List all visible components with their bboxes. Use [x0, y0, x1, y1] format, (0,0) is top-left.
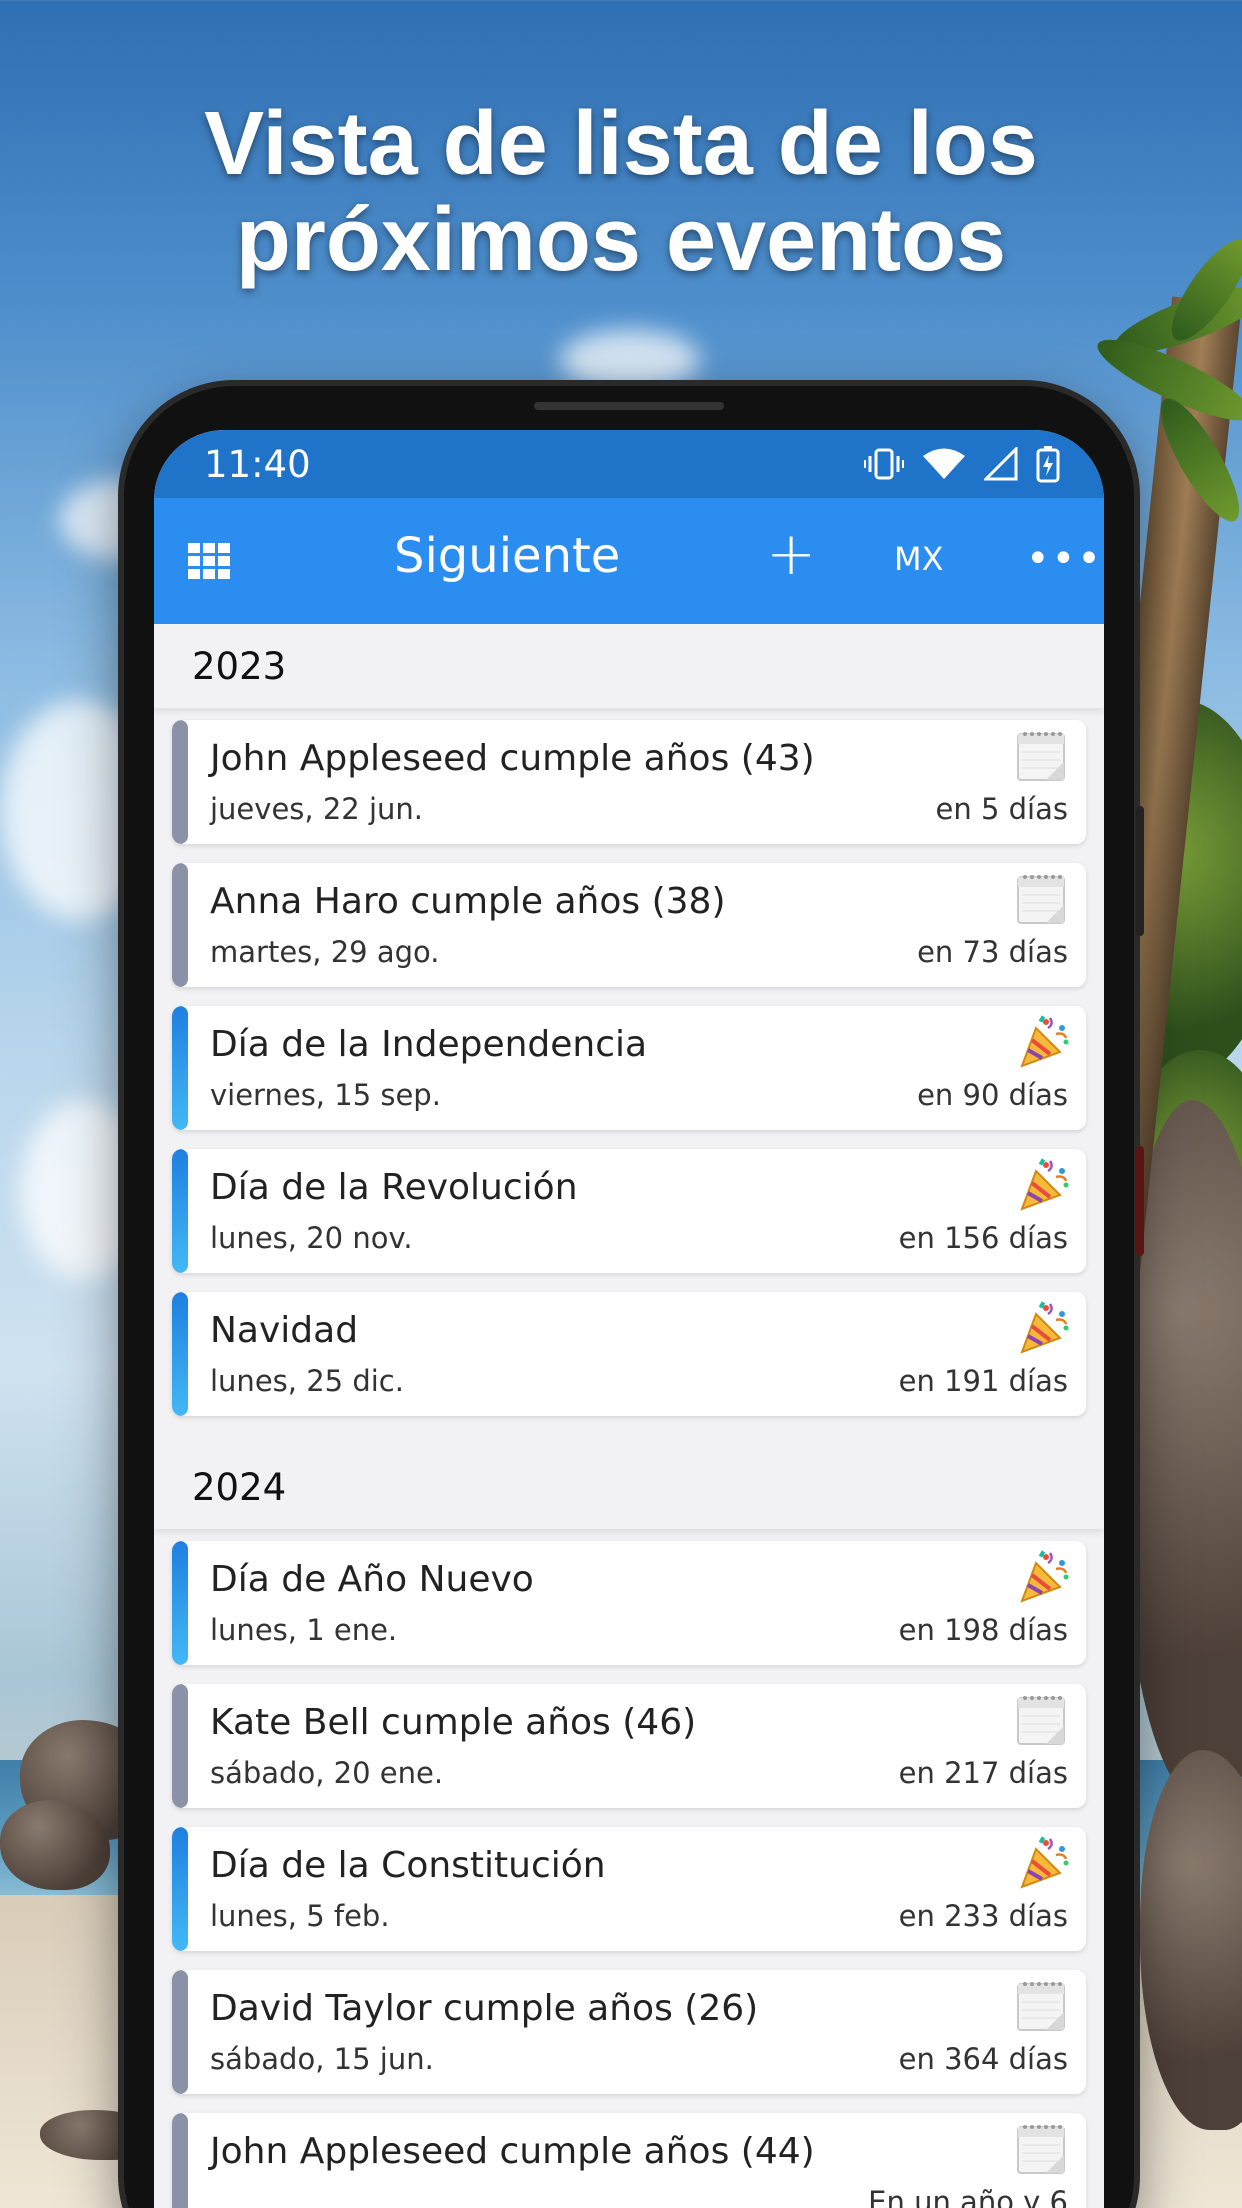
event-countdown: en 191 días — [898, 1364, 1068, 1398]
event-title: Día de la Independencia — [210, 1024, 648, 1065]
app-screen: 11:40 Siguiente + MX ••• 2023 John Apple… — [154, 430, 1104, 2208]
event-countdown: en 217 días — [898, 1756, 1068, 1790]
event-countdown: En un año y 6 — [868, 2185, 1068, 2208]
event-countdown: en 156 días — [898, 1221, 1068, 1255]
party-popper-icon — [1016, 1300, 1069, 1356]
add-event-button[interactable]: + — [766, 524, 816, 584]
headline-line-1: Vista de lista de los — [204, 94, 1038, 194]
event-title: Día de la Revolución — [210, 1167, 578, 1208]
event-card[interactable]: Día de la Revolución lunes, 20 nov. en 1… — [172, 1149, 1086, 1273]
party-popper-icon — [1016, 1014, 1069, 1070]
year-header: 2024 — [154, 1445, 1104, 1529]
event-card[interactable]: Anna Haro cumple años (38) martes, 29 ag… — [172, 863, 1086, 987]
battery-charging-icon — [1036, 445, 1060, 483]
event-title: John Appleseed cumple años (43) — [210, 738, 815, 779]
party-popper-icon — [1016, 1835, 1069, 1891]
event-date: viernes, 15 sep. — [210, 1078, 441, 1112]
event-list: 2023 John Appleseed cumple años (43) jue… — [154, 624, 1104, 2208]
event-type-accent — [172, 1292, 188, 1416]
event-title: Anna Haro cumple años (38) — [210, 881, 726, 922]
party-popper-icon — [1016, 1549, 1069, 1605]
calendar-icon — [1016, 871, 1068, 927]
event-date: lunes, 20 nov. — [210, 1221, 413, 1255]
phone-speaker — [534, 402, 724, 410]
event-card[interactable]: Día de la Independencia viernes, 15 sep.… — [172, 1006, 1086, 1130]
event-cards: John Appleseed cumple años (43) jueves, … — [154, 708, 1104, 1445]
volume-button — [1136, 806, 1144, 936]
status-time: 11:40 — [204, 442, 311, 486]
event-title: Día de Año Nuevo — [210, 1559, 534, 1600]
event-title: Navidad — [210, 1310, 359, 1351]
event-title: Día de la Constitución — [210, 1845, 606, 1886]
phone-frame: 11:40 Siguiente + MX ••• 2023 John Apple… — [124, 386, 1144, 2208]
event-title: David Taylor cumple años (26) — [210, 1988, 759, 2029]
page-title: Siguiente — [394, 528, 621, 584]
calendar-icon — [1016, 728, 1068, 784]
event-type-accent — [172, 1827, 188, 1951]
event-card[interactable]: Día de la Constitución lunes, 5 feb. en … — [172, 1827, 1086, 1951]
calendar-icon — [1016, 2121, 1068, 2177]
vibrate-icon — [864, 447, 904, 481]
event-type-accent — [172, 1541, 188, 1665]
year-section: 2023 John Appleseed cumple años (43) jue… — [154, 624, 1104, 1445]
signal-icon — [984, 447, 1018, 481]
event-date: lunes, 1 ene. — [210, 1613, 398, 1647]
status-bar: 11:40 — [154, 430, 1104, 498]
event-title: John Appleseed cumple años (44) — [210, 2131, 815, 2172]
event-date: sábado, 20 ene. — [210, 1756, 444, 1790]
event-card[interactable]: Kate Bell cumple años (46) sábado, 20 en… — [172, 1684, 1086, 1808]
calendar-icon — [1016, 1978, 1068, 2034]
power-button — [1136, 1146, 1144, 1256]
calendar-icon — [1016, 1692, 1068, 1748]
year-label: 2023 — [192, 644, 287, 688]
event-cards: Día de Año Nuevo lunes, 1 ene. en 198 dí… — [154, 1529, 1104, 2208]
app-toolbar: Siguiente + MX ••• — [154, 498, 1104, 624]
event-card[interactable]: Navidad lunes, 25 dic. en 191 días — [172, 1292, 1086, 1416]
event-type-accent — [172, 1684, 188, 1808]
year-section: 2024 Día de Año Nuevo lunes, 1 ene. en 1… — [154, 1445, 1104, 2208]
more-options-button[interactable]: ••• — [1026, 536, 1103, 582]
event-date: jueves, 22 jun. — [210, 792, 423, 826]
event-countdown: en 198 días — [898, 1613, 1068, 1647]
event-type-accent — [172, 720, 188, 844]
wifi-icon — [922, 447, 966, 481]
event-card[interactable]: Día de Año Nuevo lunes, 1 ene. en 198 dí… — [172, 1541, 1086, 1665]
party-popper-icon — [1016, 1157, 1069, 1213]
event-card[interactable]: John Appleseed cumple años (43) jueves, … — [172, 720, 1086, 844]
promo-headline: Vista de lista de los próximos eventos — [0, 96, 1242, 288]
event-countdown: en 5 días — [935, 792, 1068, 826]
event-type-accent — [172, 1006, 188, 1130]
event-type-accent — [172, 2113, 188, 2208]
event-title: Kate Bell cumple años (46) — [210, 1702, 697, 1743]
event-countdown: en 233 días — [898, 1899, 1068, 1933]
event-card[interactable]: John Appleseed cumple años (44) En un añ… — [172, 2113, 1086, 2208]
event-type-accent — [172, 863, 188, 987]
event-countdown: en 364 días — [898, 2042, 1068, 2076]
event-card[interactable]: David Taylor cumple años (26) sábado, 15… — [172, 1970, 1086, 2094]
event-countdown: en 73 días — [917, 935, 1068, 969]
event-date: lunes, 5 feb. — [210, 1899, 390, 1933]
event-date: lunes, 25 dic. — [210, 1364, 404, 1398]
country-selector-button[interactable]: MX — [894, 540, 944, 578]
event-type-accent — [172, 1970, 188, 2094]
event-countdown: en 90 días — [917, 1078, 1068, 1112]
grid-view-icon[interactable] — [188, 543, 230, 579]
event-date: martes, 29 ago. — [210, 935, 440, 969]
event-type-accent — [172, 1149, 188, 1273]
event-date: sábado, 15 jun. — [210, 2042, 434, 2076]
year-header: 2023 — [154, 624, 1104, 708]
year-label: 2024 — [192, 1465, 287, 1509]
headline-line-2: próximos eventos — [235, 190, 1007, 290]
